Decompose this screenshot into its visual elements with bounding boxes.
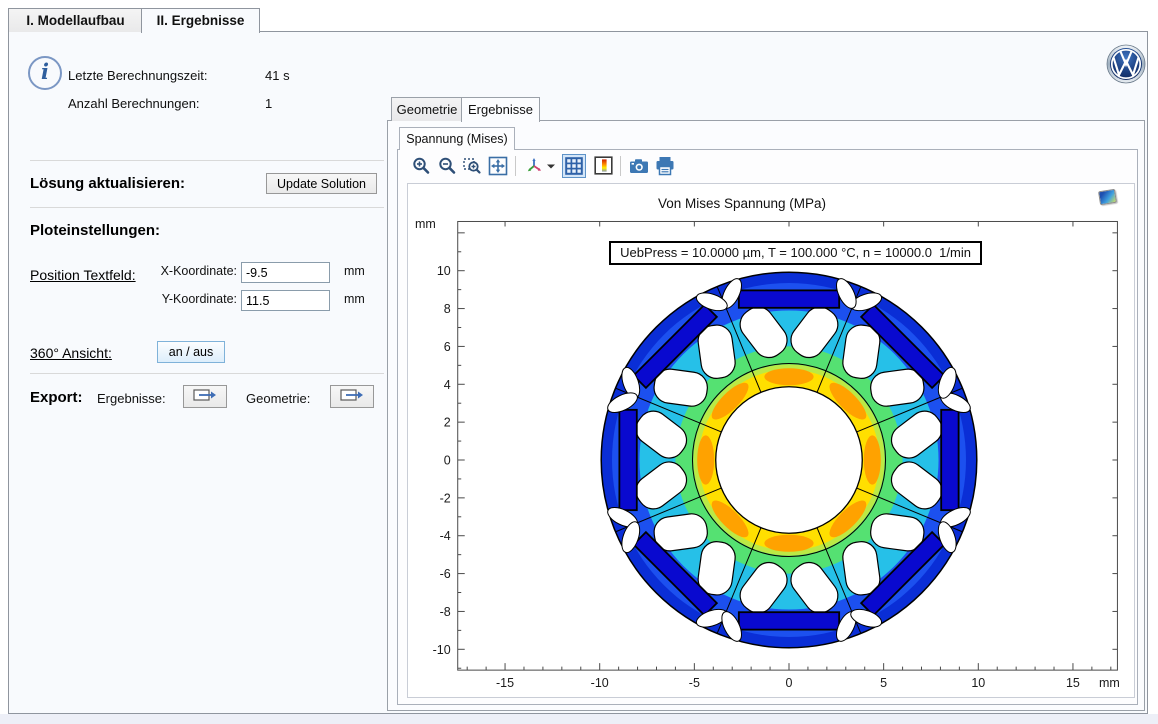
x-coordinate-unit: mm bbox=[344, 264, 365, 278]
color-legend-icon bbox=[594, 156, 613, 175]
svg-text:8: 8 bbox=[444, 302, 451, 316]
zoom-extents-icon bbox=[488, 156, 508, 176]
svg-text:-8: -8 bbox=[440, 605, 451, 619]
export-icon bbox=[193, 388, 217, 402]
plot-annotation: UebPress = 10.0000 µm, T = 100.000 °C, n… bbox=[609, 241, 982, 265]
view-orientation-button[interactable] bbox=[524, 155, 546, 177]
snapshot-button[interactable] bbox=[628, 155, 650, 177]
svg-text:10: 10 bbox=[971, 676, 985, 690]
x-axis-unit: mm bbox=[1099, 676, 1120, 690]
export-results-label: Ergebnisse: bbox=[97, 391, 166, 406]
y-coordinate-unit: mm bbox=[344, 292, 365, 306]
printer-icon bbox=[655, 156, 675, 176]
color-legend-toggle-button[interactable] bbox=[592, 155, 614, 177]
divider bbox=[30, 160, 384, 161]
grid-icon bbox=[565, 157, 583, 175]
svg-text:4: 4 bbox=[444, 378, 451, 392]
plot-thumbnail-icon[interactable] bbox=[1098, 189, 1117, 205]
zoom-extents-button[interactable] bbox=[487, 155, 509, 177]
chevron-down-icon bbox=[546, 156, 556, 176]
computation-count-label: Anzahl Berechnungen: bbox=[68, 96, 200, 111]
tab-geometrie[interactable]: Geometrie bbox=[391, 97, 463, 121]
export-geometry-label: Geometrie: bbox=[246, 391, 310, 406]
export-results-button[interactable] bbox=[183, 385, 227, 408]
grid-toggle-button[interactable] bbox=[562, 154, 586, 178]
window-footer bbox=[0, 714, 1158, 724]
tab-results[interactable]: Ergebnisse bbox=[461, 97, 540, 122]
tab-spannung-mises[interactable]: Spannung (Mises) bbox=[399, 127, 515, 150]
update-solution-button[interactable]: Update Solution bbox=[266, 173, 377, 194]
plot-title: Von Mises Spannung (MPa) bbox=[542, 196, 942, 211]
info-icon: i bbox=[28, 56, 62, 90]
y-coordinate-label: Y-Koordinate: bbox=[115, 292, 237, 306]
update-solution-label: Lösung aktualisieren: bbox=[30, 175, 185, 192]
last-computation-label: Letzte Berechnungszeit: bbox=[68, 68, 207, 83]
divider bbox=[30, 207, 384, 208]
export-icon bbox=[340, 388, 364, 402]
divider bbox=[30, 373, 384, 374]
svg-text:0: 0 bbox=[786, 676, 793, 690]
axis-triad-icon bbox=[525, 156, 545, 176]
x-coordinate-input[interactable] bbox=[241, 262, 330, 283]
export-geometry-button[interactable] bbox=[330, 385, 374, 408]
zoom-in-button[interactable] bbox=[410, 155, 432, 177]
print-button[interactable] bbox=[654, 155, 676, 177]
svg-text:-4: -4 bbox=[440, 529, 451, 543]
svg-text:0: 0 bbox=[444, 454, 451, 468]
svg-text:15: 15 bbox=[1066, 676, 1080, 690]
plot-canvas[interactable]: -15 -10 -5 0 5 10 15 10 8 6 4 2 0 -2 -4 -6 -8 -10 Von Mis… bbox=[407, 183, 1135, 698]
export-label: Export: bbox=[30, 389, 83, 406]
x-coordinate-label: X-Koordinate: bbox=[115, 264, 237, 278]
tab-ergebnisse[interactable]: II. Ergebnisse bbox=[141, 8, 260, 33]
zoom-out-icon bbox=[437, 156, 457, 176]
view-360-toggle-button[interactable]: an / aus bbox=[157, 341, 225, 363]
svg-text:-15: -15 bbox=[496, 676, 514, 690]
view-orientation-dropdown[interactable] bbox=[544, 155, 558, 177]
svg-text:10: 10 bbox=[437, 264, 451, 278]
svg-text:-6: -6 bbox=[440, 567, 451, 581]
svg-text:-5: -5 bbox=[689, 676, 700, 690]
plot-settings-heading: Ploteinstellungen: bbox=[30, 222, 160, 239]
zoom-box-icon bbox=[462, 156, 482, 176]
last-computation-value: 41 s bbox=[265, 68, 290, 83]
svg-text:2: 2 bbox=[444, 416, 451, 430]
svg-text:5: 5 bbox=[880, 676, 887, 690]
svg-text:-10: -10 bbox=[591, 676, 609, 690]
svg-text:-2: -2 bbox=[440, 491, 451, 505]
zoom-box-button[interactable] bbox=[461, 155, 483, 177]
camera-icon bbox=[629, 156, 649, 176]
app-window: I. Modellaufbau II. Ergebnisse i Letzte … bbox=[0, 0, 1158, 724]
zoom-in-icon bbox=[411, 156, 431, 176]
svg-text:6: 6 bbox=[444, 340, 451, 354]
y-coordinate-input[interactable] bbox=[241, 290, 330, 311]
toolbar-separator bbox=[515, 156, 516, 176]
svg-text:-10: -10 bbox=[433, 643, 451, 657]
vw-logo bbox=[1106, 44, 1146, 84]
toolbar-separator bbox=[620, 156, 621, 176]
y-axis-unit: mm bbox=[415, 217, 436, 231]
zoom-out-button[interactable] bbox=[436, 155, 458, 177]
computation-count-value: 1 bbox=[265, 96, 272, 111]
view-360-label: 360° Ansicht: bbox=[30, 345, 112, 361]
tab-modellaufbau[interactable]: I. Modellaufbau bbox=[8, 8, 143, 32]
